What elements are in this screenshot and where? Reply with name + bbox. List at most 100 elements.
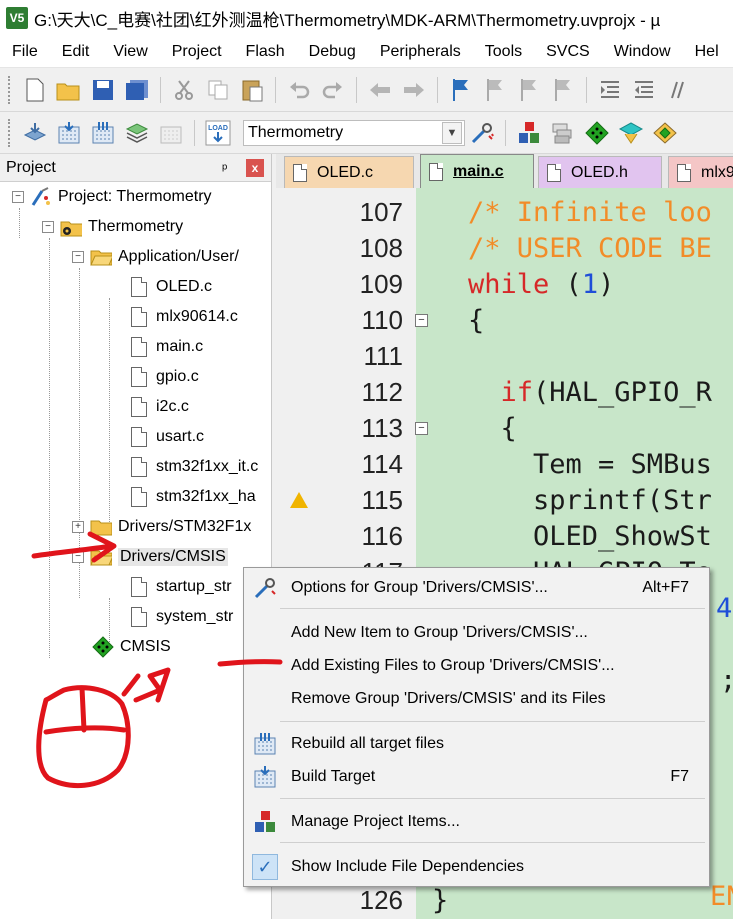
redo-icon[interactable]: [320, 77, 346, 103]
collapse-toggle-icon[interactable]: −: [72, 251, 84, 263]
menu-view[interactable]: View: [101, 36, 159, 68]
pack-update-icon[interactable]: [652, 120, 678, 146]
code-text: if(HAL_GPIO_R: [500, 376, 712, 408]
menu-help[interactable]: Hel: [683, 36, 731, 68]
chevron-down-icon[interactable]: ▼: [442, 121, 462, 144]
code-text-partial: ;: [720, 665, 733, 696]
tab-mlx90614[interactable]: mlx9: [668, 156, 733, 188]
fold-toggle-icon[interactable]: −: [415, 422, 428, 435]
build-icon[interactable]: [56, 120, 82, 146]
select-packs-icon[interactable]: [550, 120, 576, 146]
menu-window[interactable]: Window: [602, 36, 683, 68]
line-number: 126: [359, 884, 403, 915]
tree-label-component: CMSIS: [120, 638, 171, 655]
next-bookmark-icon[interactable]: [516, 77, 542, 103]
menu-item-add-new-item[interactable]: Add New Item to Group 'Drivers/CMSIS'...: [244, 617, 709, 649]
rebuild-icon[interactable]: [90, 120, 116, 146]
undo-icon[interactable]: [286, 77, 312, 103]
close-icon[interactable]: x: [246, 159, 264, 177]
tree-item-target[interactable]: − Thermometry: [42, 212, 183, 242]
expand-toggle-icon[interactable]: +: [72, 521, 84, 533]
menu-item-rebuild-all[interactable]: Rebuild all target files: [244, 728, 709, 760]
tree-item-component-cmsis[interactable]: CMSIS: [92, 632, 171, 662]
manage-project-items-icon[interactable]: [516, 120, 542, 146]
menu-svcs[interactable]: SVCS: [534, 36, 602, 68]
tree-item-group-application-user[interactable]: − Application/User/: [72, 242, 239, 272]
tree-item-file[interactable]: mlx90614.c: [128, 302, 238, 332]
manage-rte-icon[interactable]: [584, 120, 610, 146]
folder-open-icon: [90, 546, 112, 568]
translate-icon[interactable]: [22, 120, 48, 146]
clear-bookmarks-icon[interactable]: [550, 77, 576, 103]
project-panel: Project ᵖ x − Project: Thermometry − The…: [0, 154, 272, 919]
menu-file[interactable]: File: [0, 36, 50, 68]
warning-icon[interactable]: [290, 492, 308, 508]
tree-item-file[interactable]: system_str: [128, 602, 233, 632]
tree-item-file[interactable]: i2c.c: [128, 392, 189, 422]
toolbar-grip[interactable]: [8, 118, 12, 147]
c-file-icon: [128, 336, 150, 358]
prev-bookmark-icon[interactable]: [482, 77, 508, 103]
cut-icon[interactable]: [171, 77, 197, 103]
menu-item-build-target[interactable]: Build Target F7: [244, 761, 709, 793]
insert-bookmark-icon[interactable]: [448, 77, 474, 103]
tree-connector: [19, 208, 20, 238]
batch-build-icon[interactable]: [124, 120, 150, 146]
menu-item-remove-group[interactable]: Remove Group 'Drivers/CMSIS' and its Fil…: [244, 683, 709, 715]
save-all-icon[interactable]: [124, 77, 150, 103]
code-line: 107 /* Infinite loo: [276, 194, 733, 230]
code-text: sprintf(Str: [468, 484, 712, 516]
tab-oled-h[interactable]: OLED.h: [538, 156, 662, 188]
tree-item-file[interactable]: main.c: [128, 332, 203, 362]
tree-item-file[interactable]: OLED.c: [128, 272, 212, 302]
navigate-back-icon[interactable]: [367, 77, 393, 103]
download-load-icon[interactable]: LOAD: [205, 120, 231, 146]
save-icon[interactable]: [90, 77, 116, 103]
tab-main-c[interactable]: main.c: [420, 154, 534, 188]
menu-project[interactable]: Project: [160, 36, 234, 68]
fold-toggle-icon[interactable]: −: [415, 314, 428, 327]
tree-item-file[interactable]: stm32f1xx_it.c: [128, 452, 258, 482]
menu-item-add-existing-files[interactable]: Add Existing Files to Group 'Drivers/CMS…: [244, 650, 709, 682]
paste-icon[interactable]: [239, 77, 265, 103]
navigate-forward-icon[interactable]: [401, 77, 427, 103]
new-file-icon[interactable]: [22, 77, 48, 103]
copy-icon[interactable]: [205, 77, 231, 103]
tree-item-file[interactable]: stm32f1xx_ha: [128, 482, 256, 512]
menu-item-options-for-group[interactable]: Options for Group 'Drivers/CMSIS'... Alt…: [244, 572, 709, 604]
menu-separator: [280, 608, 705, 609]
tree-item-group-drivers-cmsis[interactable]: − Drivers/CMSIS: [72, 542, 228, 572]
collapse-toggle-icon[interactable]: −: [72, 551, 84, 563]
rte-component-icon: [92, 636, 114, 658]
tree-item-file[interactable]: usart.c: [128, 422, 204, 452]
c-file-icon: [128, 606, 150, 628]
menu-peripherals[interactable]: Peripherals: [368, 36, 473, 68]
tree-item-project-root[interactable]: − Project: Thermometry: [12, 182, 212, 212]
collapse-toggle-icon[interactable]: −: [42, 221, 54, 233]
pin-icon[interactable]: ᵖ: [222, 160, 227, 176]
tree-item-file[interactable]: startup_str: [128, 572, 232, 602]
comment-icon[interactable]: [665, 77, 691, 103]
indent-icon[interactable]: [597, 77, 623, 103]
stop-build-icon[interactable]: [158, 120, 184, 146]
pack-installer-icon[interactable]: [618, 120, 644, 146]
menu-item-manage-project-items[interactable]: Manage Project Items...: [244, 806, 709, 838]
menu-item-show-include-deps[interactable]: ✓ Show Include File Dependencies: [244, 851, 709, 883]
line-number: 108: [359, 232, 403, 263]
keil-app-icon: V5: [6, 7, 28, 29]
tree-item-group-drivers-stm32[interactable]: + Drivers/STM32F1x: [72, 512, 251, 542]
menu-tools[interactable]: Tools: [473, 36, 534, 68]
menu-debug[interactable]: Debug: [297, 36, 368, 68]
code-line: 109 while (1): [276, 266, 733, 302]
menu-flash[interactable]: Flash: [234, 36, 297, 68]
tab-oled-c[interactable]: OLED.c: [284, 156, 414, 188]
tree-item-file[interactable]: gpio.c: [128, 362, 199, 392]
target-select[interactable]: Thermometry ▼: [243, 119, 465, 146]
menu-edit[interactable]: Edit: [50, 36, 102, 68]
collapse-toggle-icon[interactable]: −: [12, 191, 24, 203]
open-folder-icon[interactable]: [56, 77, 82, 103]
code-text: while (1): [468, 268, 615, 300]
options-for-target-icon[interactable]: [469, 120, 495, 146]
unindent-icon[interactable]: [631, 77, 657, 103]
toolbar-grip[interactable]: [8, 75, 12, 104]
